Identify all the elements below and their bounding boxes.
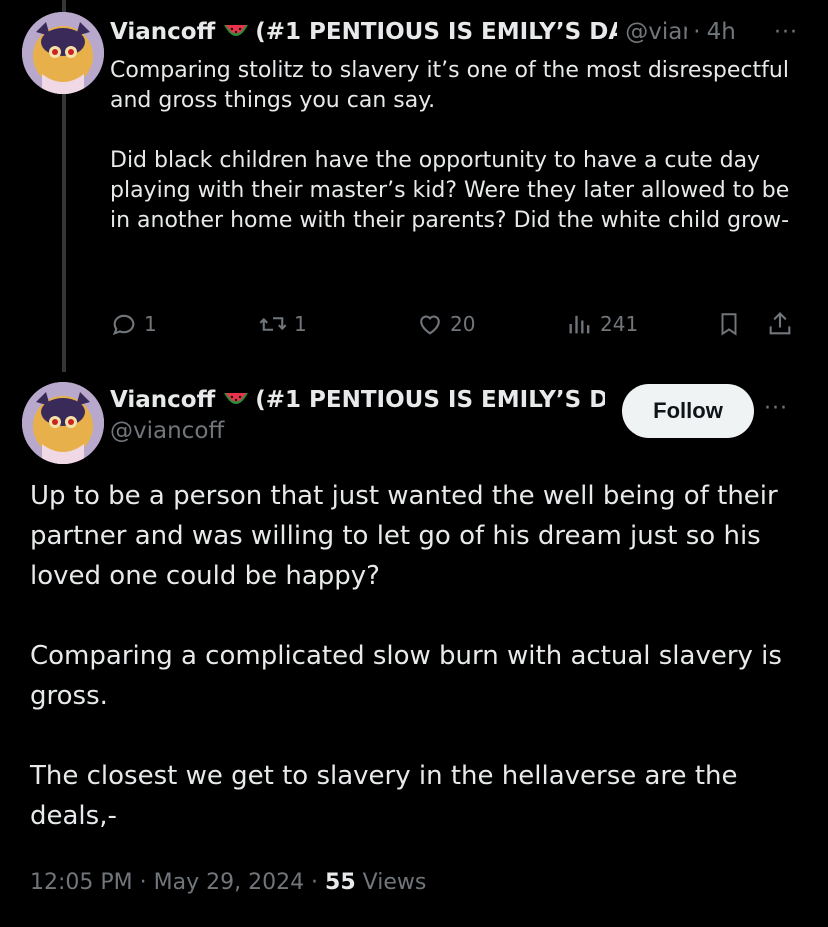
reply-icon <box>110 310 138 338</box>
views-icon <box>566 310 594 338</box>
tweet1-header: Viancoff (#1 PENTIOUS IS EMILY’S DAD @vi… <box>110 14 798 50</box>
views-button[interactable]: 241 <box>566 310 638 338</box>
reply-button[interactable]: 1 <box>110 310 157 338</box>
post-timestamp[interactable]: 12:05 PM · May 29, 2024 · <box>30 870 325 895</box>
tweet2-meta: 12:05 PM · May 29, 2024 · 55 Views <box>30 870 426 895</box>
tweet-paragraph: The closest we get to slavery in the hel… <box>30 761 738 831</box>
display-name-extra: (#1 PENTIOUS IS EMILY’S DAD <box>255 19 618 45</box>
views-count: 55 <box>325 870 356 895</box>
repost-button[interactable]: 1 <box>258 310 307 338</box>
avatar[interactable] <box>22 382 104 464</box>
display-name-extra: (#1 PENTIOUS IS EMILY’S DA <box>255 387 606 413</box>
reply-count: 1 <box>144 312 157 336</box>
separator: · <box>693 19 701 45</box>
more-options-icon[interactable]: ··· <box>764 396 788 421</box>
bookmark-button[interactable] <box>716 310 742 338</box>
repost-icon <box>258 310 288 338</box>
share-button[interactable] <box>766 310 794 338</box>
tweet-paragraph: Up to be a person that just wanted the w… <box>30 481 778 591</box>
views-count: 241 <box>600 312 639 336</box>
like-button[interactable]: 20 <box>416 310 475 338</box>
views-label: Views <box>355 870 427 895</box>
watermelon-icon <box>223 391 249 409</box>
tweet2-header: Viancoff (#1 PENTIOUS IS EMILY’S DA <box>110 382 610 418</box>
like-count: 20 <box>450 312 476 336</box>
bookmark-icon <box>716 310 742 338</box>
author-name[interactable]: Viancoff <box>110 19 215 45</box>
more-options-icon[interactable]: ··· <box>774 20 798 45</box>
share-icon <box>766 310 794 338</box>
repost-count: 1 <box>294 312 307 336</box>
tweet-paragraph: Comparing a complicated slow burn with a… <box>30 641 782 711</box>
watermelon-icon <box>223 23 249 41</box>
like-icon <box>416 310 444 338</box>
tweet-paragraph: Did black children have the opportunity … <box>110 148 790 233</box>
tweet2-body: Up to be a person that just wanted the w… <box>30 476 800 836</box>
tweet1-body: Comparing stolitz to slavery it’s one of… <box>110 56 800 236</box>
author-handle[interactable]: @viancoff <box>110 418 224 444</box>
post-time[interactable]: 4h <box>707 19 736 45</box>
tweet1-action-bar: 1 1 20 241 <box>110 310 800 346</box>
avatar[interactable] <box>22 12 104 94</box>
tweet-paragraph: Comparing stolitz to slavery it’s one of… <box>110 58 789 113</box>
author-name[interactable]: Viancoff <box>110 387 215 413</box>
author-handle[interactable]: @vian <box>625 19 687 45</box>
follow-button[interactable]: Follow <box>622 384 754 438</box>
